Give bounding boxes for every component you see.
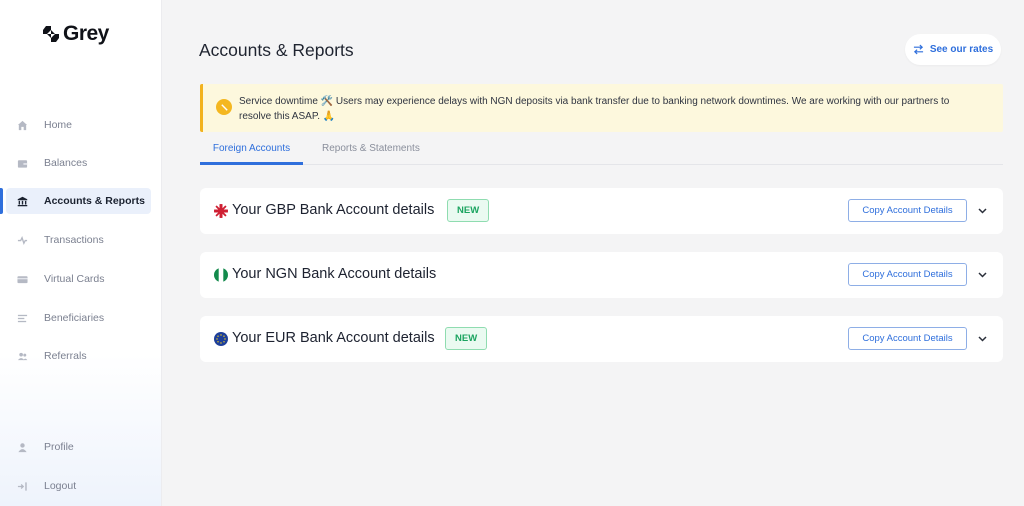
chevron-down-icon[interactable] — [976, 268, 989, 281]
logout-icon — [17, 481, 28, 492]
copy-eur-details-button[interactable]: Copy Account Details — [848, 327, 967, 350]
list-icon — [17, 313, 28, 324]
sidebar-item-logout[interactable]: Logout — [6, 473, 151, 499]
new-badge: NEW — [447, 199, 490, 222]
card-icon — [17, 274, 28, 285]
sidebar-item-label: Logout — [44, 480, 77, 492]
sidebar-item-label: Balances — [44, 157, 88, 169]
sidebar-item-balances[interactable]: Balances — [6, 150, 151, 176]
sidebar-item-label: Virtual Cards — [44, 273, 105, 285]
page-title: Accounts & Reports — [199, 40, 354, 60]
user-icon — [17, 442, 28, 453]
ngn-account-card[interactable]: Your NGN Bank Account details Copy Accou… — [200, 252, 1003, 298]
sidebar-item-label: Profile — [44, 441, 74, 453]
exchange-icon — [913, 44, 923, 55]
tab-reports-statements[interactable]: Reports & Statements — [322, 140, 422, 165]
sidebar-item-profile[interactable]: Profile — [6, 434, 151, 460]
sidebar-item-label: Home — [44, 119, 73, 131]
active-indicator — [0, 188, 3, 214]
see-rates-label: See our rates — [929, 44, 994, 55]
sidebar-item-beneficiaries[interactable]: Beneficiaries — [6, 305, 151, 331]
tab-foreign-accounts[interactable]: Foreign Accounts — [200, 140, 303, 165]
new-badge: NEW — [445, 327, 488, 350]
copy-gbp-details-button[interactable]: Copy Account Details — [848, 199, 967, 222]
account-title: Your NGN Bank Account details — [232, 266, 437, 282]
sidebar-item-referrals[interactable]: Referrals — [6, 343, 151, 369]
brand-name: Grey — [63, 22, 109, 45]
sidebar-item-home[interactable]: Home — [6, 112, 151, 138]
banner-message: Service downtime 🛠️ Users may experience… — [239, 96, 950, 122]
home-icon — [17, 120, 28, 131]
see-rates-button[interactable]: See our rates — [905, 34, 1001, 65]
sidebar-item-virtual-cards[interactable]: Virtual Cards — [6, 266, 151, 292]
service-downtime-banner: Service downtime 🛠️ Users may experience… — [200, 84, 1003, 132]
sidebar-item-label: Referrals — [44, 350, 87, 362]
grey-logo[interactable]: Grey — [42, 22, 109, 46]
eu-flag-icon — [214, 332, 228, 346]
grey-logo-icon — [42, 25, 60, 43]
transactions-icon — [17, 235, 28, 246]
chevron-down-icon[interactable] — [976, 204, 989, 217]
wallet-icon — [17, 158, 28, 169]
gbp-account-card[interactable]: Your GBP Bank Account details NEW Copy A… — [200, 188, 1003, 234]
sidebar: Grey Home Balances Accounts & Reports Tr… — [0, 0, 162, 506]
warning-icon — [216, 99, 232, 115]
sidebar-item-transactions[interactable]: Transactions — [6, 227, 151, 253]
eur-account-card[interactable]: Your EUR Bank Account details NEW Copy A… — [200, 316, 1003, 362]
sidebar-item-label: Beneficiaries — [44, 312, 105, 324]
sidebar-item-label: Transactions — [44, 234, 104, 246]
chevron-down-icon[interactable] — [976, 332, 989, 345]
sidebar-item-accounts-reports[interactable]: Accounts & Reports — [6, 188, 151, 214]
users-icon — [17, 351, 28, 362]
bank-icon — [17, 196, 28, 207]
account-title: Your EUR Bank Account details — [232, 330, 435, 346]
uk-flag-icon — [214, 204, 228, 218]
account-title: Your GBP Bank Account details — [232, 202, 435, 218]
account-tabs: Foreign Accounts Reports & Statements — [200, 140, 1003, 165]
copy-ngn-details-button[interactable]: Copy Account Details — [848, 263, 967, 286]
nigeria-flag-icon — [214, 268, 228, 282]
sidebar-item-label: Accounts & Reports — [44, 195, 145, 207]
